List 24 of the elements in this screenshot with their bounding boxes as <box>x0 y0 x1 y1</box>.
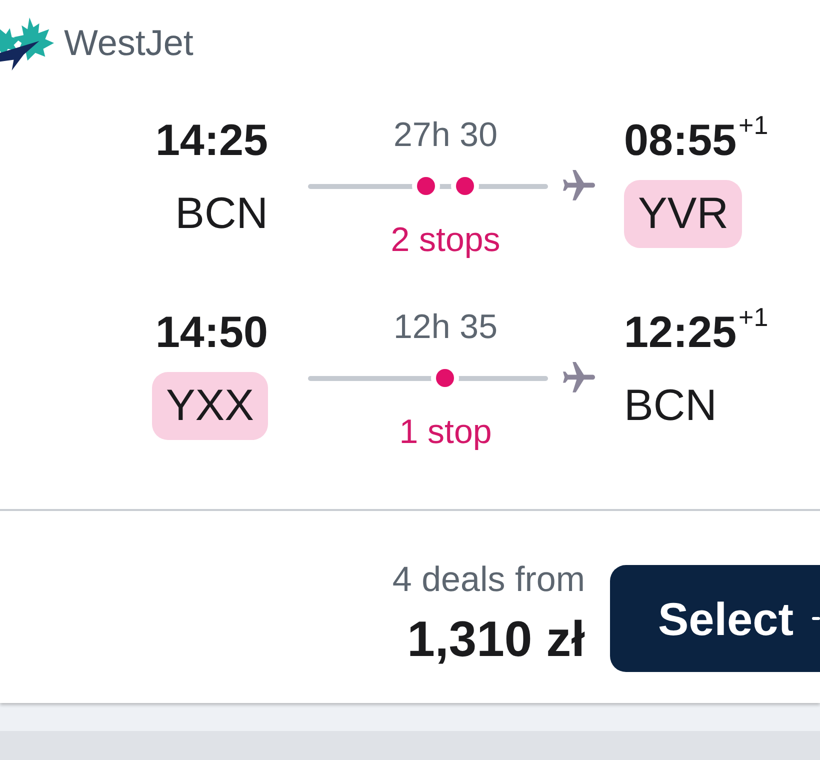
flight-duration: 27h 30 <box>394 115 498 155</box>
maple-leaf-logo-icon <box>0 15 55 71</box>
stop-dot-icon <box>416 177 434 195</box>
airport-code: YVR <box>624 180 742 248</box>
airport-code: BCN <box>624 380 717 432</box>
select-button[interactable]: Select <box>610 565 820 672</box>
next-day-marker: +1 <box>738 302 768 332</box>
stops-count: 2 stops <box>390 220 500 260</box>
airplane-icon <box>561 362 597 394</box>
departure-time: 14:25 <box>155 115 268 167</box>
stops-count: 1 stop <box>399 412 492 452</box>
next-day-marker: +1 <box>738 110 768 140</box>
deals-count: 4 deals from <box>392 559 585 601</box>
stop-dot-icon <box>456 177 474 195</box>
airport-code: BCN <box>175 188 268 240</box>
airplane-icon <box>561 170 597 202</box>
departure-time: 14:50 <box>155 307 268 359</box>
flight-duration: 12h 35 <box>394 307 498 347</box>
airline-name: WestJet <box>64 21 194 65</box>
arrival-time: 08:55 <box>624 115 737 167</box>
stop-dot-icon <box>436 369 454 387</box>
airport-code: YXX <box>152 372 268 440</box>
price-amount: 1,310 zł <box>407 611 585 667</box>
arrival-time: 12:25 <box>624 307 737 359</box>
